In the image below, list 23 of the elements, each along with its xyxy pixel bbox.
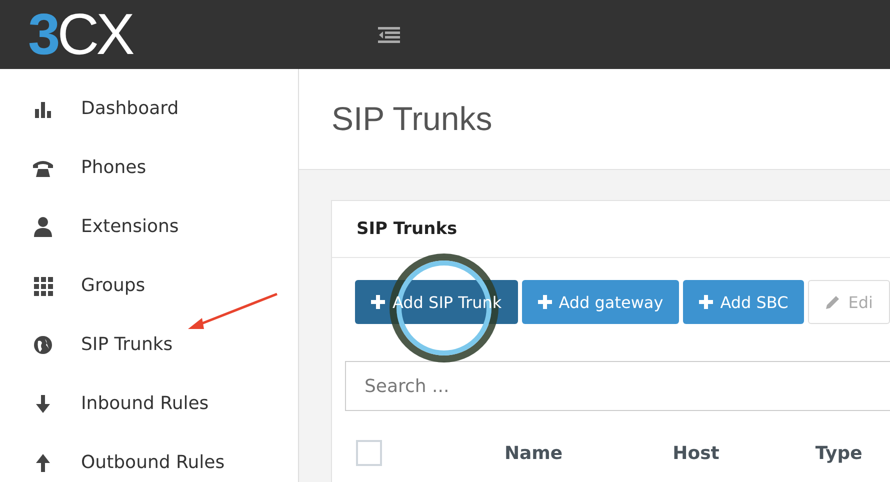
sidebar-item[interactable]: Groups xyxy=(0,256,298,315)
sidebar-item[interactable]: Outbound Rules xyxy=(0,433,298,482)
plus-icon xyxy=(538,295,552,309)
column-header[interactable]: Host xyxy=(672,442,720,464)
sidebar-item[interactable]: Dashboard xyxy=(0,79,298,138)
sidebar-item[interactable]: Inbound Rules xyxy=(0,374,298,433)
plus-icon xyxy=(371,295,386,309)
person-icon xyxy=(32,216,54,238)
logo: 3CX xyxy=(27,6,134,64)
plus-icon xyxy=(699,295,714,309)
checkbox[interactable] xyxy=(356,440,382,466)
grid-icon xyxy=(32,274,54,296)
menu-icon[interactable] xyxy=(378,26,400,42)
column-header[interactable]: Type xyxy=(815,442,862,464)
pencil-icon xyxy=(825,294,842,310)
sidebar-item[interactable]: SIP Trunks xyxy=(0,315,298,374)
search-field[interactable]: Search ... xyxy=(345,361,890,411)
panel-title: SIP Trunks xyxy=(332,201,890,258)
sidebar-item[interactable]: Extensions xyxy=(0,197,298,256)
page-title: SIP Trunks xyxy=(331,100,492,138)
column-header[interactable]: Name xyxy=(504,442,563,464)
globe-icon xyxy=(32,334,54,356)
sidebar-item[interactable]: Phones xyxy=(0,138,298,197)
